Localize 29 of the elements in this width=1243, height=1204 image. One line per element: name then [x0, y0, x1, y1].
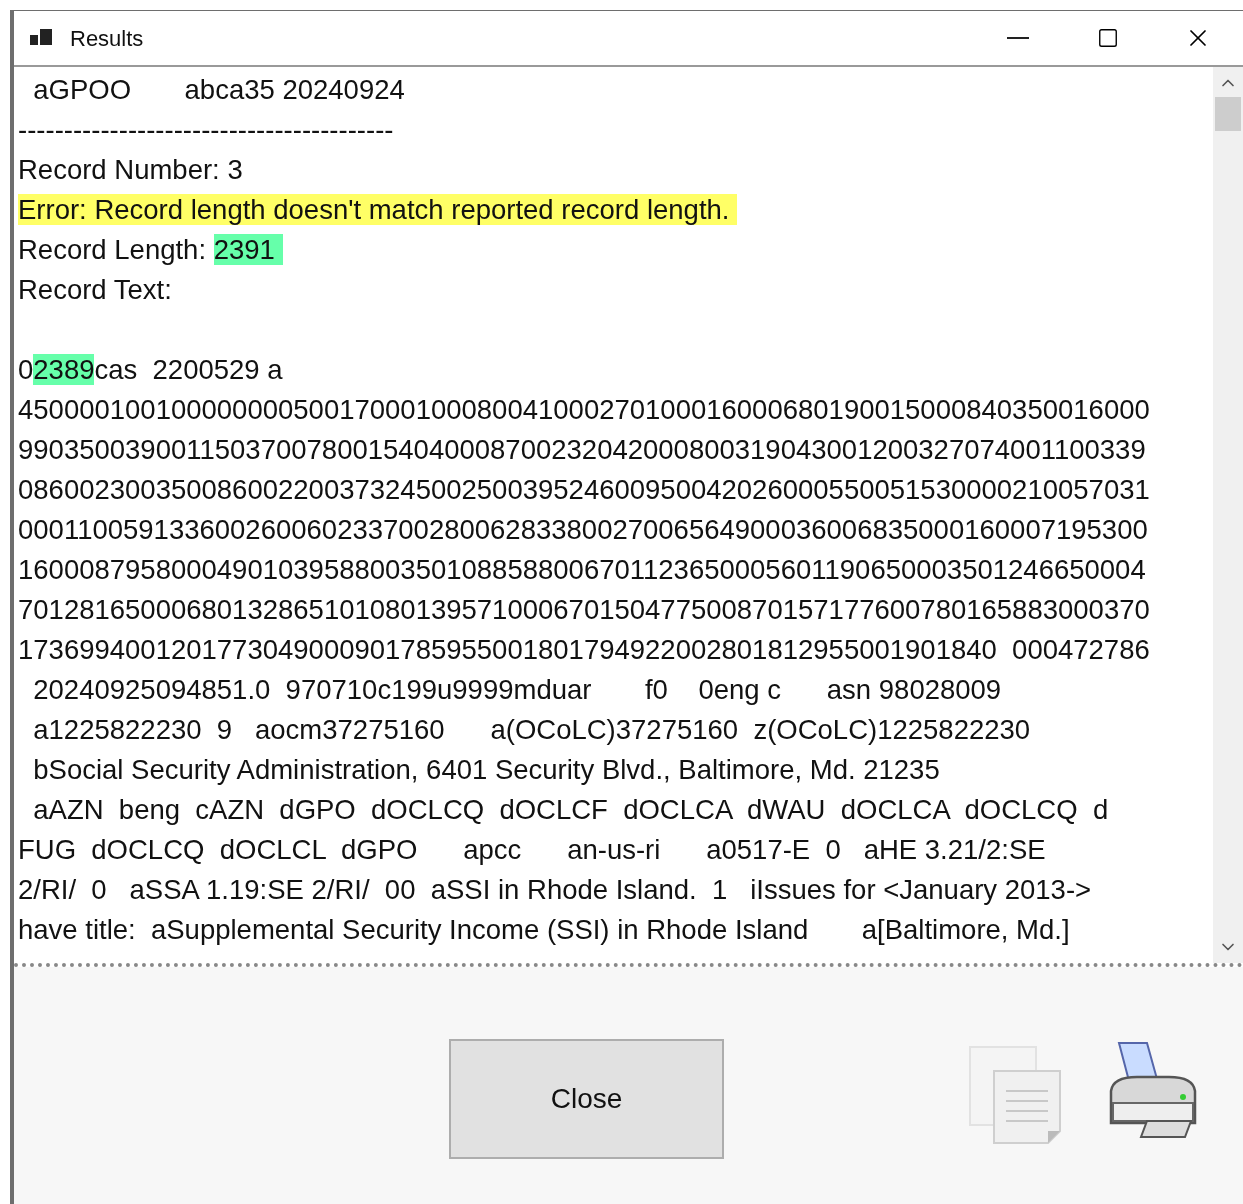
text-line: a1225822230 9 aocm37275160 a(OCoLC)37275160 z(OCoLC)1225822230 [32, 713, 1031, 747]
window-title: Results [70, 24, 144, 53]
text-line: aGPOO abca35 20240924 [32, 73, 405, 107]
printer-icon[interactable] [1107, 1041, 1199, 1141]
scrollbar[interactable] [1213, 67, 1243, 963]
text-line: 00011005913360026006023370028006283380027006564900036006835000160007195300 [18, 513, 1148, 547]
text-line: Record Number: 3 [18, 153, 243, 187]
text-line: aAZN beng cAZN dGPO dOCLCQ dOCLCF dOCLCA dWAU dOCLCA dOCLCQ d [32, 793, 1109, 827]
text-line: Record Text: [18, 273, 172, 307]
text-line: 1736994001201773049000901785955001801794922002801812955001901840 000472786 [18, 633, 1150, 667]
text-line: ----------------------------------------- [18, 113, 394, 147]
minimize-icon [1007, 37, 1029, 39]
text-line: 02389cas 2200529 a [18, 353, 283, 387]
app-icon [30, 29, 54, 47]
text-line: 20240925094851.0 970710c199u9999mduar f0 0eng c asn 98028009 [32, 673, 1002, 707]
text-line: bSocial Security Administration, 6401 Security Blvd., Baltimore, Md. 21235 [32, 753, 940, 787]
text-line: Record Length: 2391 [18, 230, 283, 270]
results-text-area[interactable] [14, 67, 1243, 967]
text-line: 16000879580004901039588003501088588006701123650005601190650003501246650004 [18, 553, 1146, 587]
scrollbar-thumb[interactable] [1215, 97, 1241, 131]
text-line: 70128165000680132865101080139571000670150477500870157177600780165883000370 [18, 593, 1150, 627]
text-line: have title: aSupplemental Security Income (SSI) in Rhode Island a[Baltimore, Md.] [18, 913, 1070, 947]
text-line: FUG dOCLCQ dOCLCL dGPO apcc an-us-ri a0517-E 0 aHE 3.21/2:SE [18, 833, 1046, 867]
close-button[interactable]: Close [449, 1039, 724, 1159]
text-line: 2/RI/ 0 aSSA 1.19:SE 2/RI/ 00 aSSI in Rhode Island. 1 iIssues for <January 2013-> [18, 873, 1092, 907]
text-line: 08600230035008600220037324500250039524600950042026000550051530000210057031 [18, 473, 1150, 507]
maximize-icon [1097, 27, 1119, 49]
text-line: 45000010010000000050017000100080041000270100016000680190015000840350016000 [18, 393, 1150, 427]
text-line: 99035003900115037007800154040008700232042000800319043001200327074001100339 [18, 433, 1146, 467]
